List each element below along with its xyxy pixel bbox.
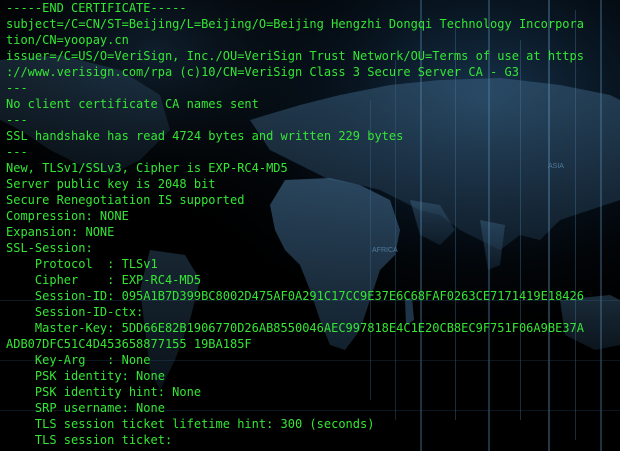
terminal-line: Cipher : EXP-RC4-MD5 <box>6 273 202 287</box>
terminal-line: ://www.verisign.com/rpa (c)10/CN=VeriSig… <box>6 65 519 79</box>
terminal-line: subject=/C=CN/ST=Beijing/L=Beijing/O=Bei… <box>6 17 584 31</box>
terminal-line: Secure Renegotiation IS supported <box>6 193 245 207</box>
terminal-line: TLS session ticket lifetime hint: 300 (s… <box>6 417 375 431</box>
terminal-line: SSL handshake has read 4724 bytes and wr… <box>6 129 404 143</box>
terminal-line: SSL-Session: <box>6 241 93 255</box>
terminal-line: SRP username: None <box>6 401 165 415</box>
terminal-line: Session-ID-ctx: <box>6 305 144 319</box>
terminal-line: --- <box>6 145 28 159</box>
terminal-line: Master-Key: 5DD66E82B1906770D26AB8550046… <box>6 321 584 335</box>
terminal-line: -----END CERTIFICATE----- <box>6 1 187 15</box>
terminal-line: No client certificate CA names sent <box>6 97 259 111</box>
terminal-line: --- <box>6 81 28 95</box>
terminal-line: ADB07DFC51C4D453658877155 19BA185F <box>6 337 252 351</box>
terminal-line: Server public key is 2048 bit <box>6 177 216 191</box>
terminal-line: New, TLSv1/SSLv3, Cipher is EXP-RC4-MD5 <box>6 161 288 175</box>
terminal-line: Protocol : TLSv1 <box>6 257 158 271</box>
terminal-line: Session-ID: 095A1B7D399BC8002D475AF0A291… <box>6 289 584 303</box>
terminal-line: Compression: NONE <box>6 209 129 223</box>
terminal-line: PSK identity hint: None <box>6 385 202 399</box>
terminal-line: Key-Arg : None <box>6 353 151 367</box>
terminal-line: TLS session ticket: <box>6 433 173 447</box>
terminal-line: --- <box>6 113 28 127</box>
terminal-line: Expansion: NONE <box>6 225 115 239</box>
terminal-output[interactable]: -----END CERTIFICATE----- subject=/C=CN/S… <box>0 0 620 451</box>
terminal-line: issuer=/C=US/O=VeriSign, Inc./OU=VeriSig… <box>6 49 584 63</box>
terminal-line: PSK identity: None <box>6 369 165 383</box>
terminal-line: tion/CN=yoopay.cn <box>6 33 129 47</box>
